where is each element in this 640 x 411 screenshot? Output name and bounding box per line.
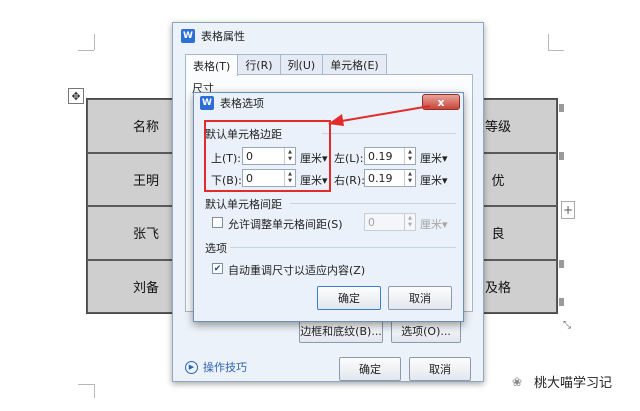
borders-shading-button[interactable]: 边框和底纹(B)... bbox=[299, 319, 383, 343]
page-corner-mark bbox=[78, 50, 94, 51]
unit-select[interactable]: 厘米▾ bbox=[420, 150, 448, 166]
spinner-arrows-icon[interactable]: ▲ ▼ bbox=[404, 148, 415, 164]
page-corner-mark bbox=[94, 34, 95, 50]
page-corner-mark bbox=[78, 384, 94, 385]
page-corner-mark bbox=[548, 50, 564, 51]
wps-app-icon: W bbox=[200, 96, 214, 110]
cell-spacing-input[interactable]: 0 ▲ ▼ bbox=[364, 213, 416, 231]
options-button[interactable]: 选项(O)... bbox=[391, 319, 461, 343]
autofit-checkbox[interactable]: ✔ bbox=[212, 263, 223, 274]
divider bbox=[290, 203, 456, 204]
left-margin-value: 0.19 bbox=[368, 149, 393, 163]
dialog-title: 表格选项 bbox=[220, 97, 264, 110]
annotation-arrow-icon bbox=[328, 105, 431, 126]
wechat-icon: ❀ bbox=[512, 374, 523, 389]
cell-spacing-value: 0 bbox=[368, 215, 375, 229]
unit-select[interactable]: 厘米▾ bbox=[420, 216, 448, 232]
allow-spacing-label[interactable]: 允许调整单元格间距(S) bbox=[228, 216, 343, 232]
left-margin-input[interactable]: 0.19 ▲ ▼ bbox=[364, 147, 416, 165]
right-margin-label: 右(R): bbox=[334, 174, 365, 187]
allow-spacing-checkbox[interactable] bbox=[212, 217, 223, 228]
dialog-titlebar[interactable]: W 表格属性 bbox=[173, 23, 483, 49]
left-margin-label: 左(L): bbox=[334, 152, 364, 165]
right-margin-value: 0.19 bbox=[368, 171, 393, 185]
highlight-box bbox=[204, 120, 331, 192]
tips-label: 操作技巧 bbox=[203, 361, 247, 374]
ok-button[interactable]: 确定 bbox=[317, 286, 381, 310]
page-corner-mark bbox=[94, 384, 95, 398]
play-icon: ▶ bbox=[185, 360, 198, 374]
divider bbox=[230, 247, 456, 248]
divider bbox=[322, 133, 456, 134]
dialog-title: 表格属性 bbox=[201, 30, 245, 43]
table-resize-icon[interactable]: ⤡ bbox=[560, 318, 574, 332]
watermark-text: 桃大喵学习记 bbox=[534, 376, 613, 391]
tips-link[interactable]: ▶ 操作技巧 bbox=[185, 359, 247, 375]
tab-cell[interactable]: 单元格(E) bbox=[322, 54, 387, 75]
cancel-button[interactable]: 取消 bbox=[388, 286, 452, 310]
autofit-label[interactable]: 自动重调尺寸以适应内容(Z) bbox=[228, 262, 365, 278]
table-move-handle[interactable]: ✥ bbox=[68, 88, 84, 104]
tab-table[interactable]: 表格(T) bbox=[185, 54, 239, 76]
spinner-arrows-icon[interactable]: ▲ ▼ bbox=[404, 214, 415, 230]
spinner-arrows-icon[interactable]: ▲ ▼ bbox=[404, 170, 415, 186]
options-section-label: 选项 bbox=[205, 242, 227, 255]
unit-select[interactable]: 厘米▾ bbox=[420, 172, 448, 188]
ok-button[interactable]: 确定 bbox=[339, 357, 401, 381]
right-margin-input[interactable]: 0.19 ▲ ▼ bbox=[364, 169, 416, 187]
cell-spacing-label: 默认单元格间距 bbox=[205, 198, 282, 211]
page-corner-mark bbox=[548, 34, 549, 50]
cancel-button[interactable]: 取消 bbox=[409, 357, 471, 381]
add-column-button[interactable]: + bbox=[561, 201, 575, 219]
wps-app-icon: W bbox=[181, 29, 195, 43]
tab-bar: 表格(T) 行(R) 列(U) 单元格(E) bbox=[185, 54, 387, 76]
tab-row[interactable]: 行(R) bbox=[237, 54, 281, 75]
tab-column[interactable]: 列(U) bbox=[279, 54, 324, 75]
watermark: ❀ 桃大喵学习记 bbox=[512, 372, 613, 392]
